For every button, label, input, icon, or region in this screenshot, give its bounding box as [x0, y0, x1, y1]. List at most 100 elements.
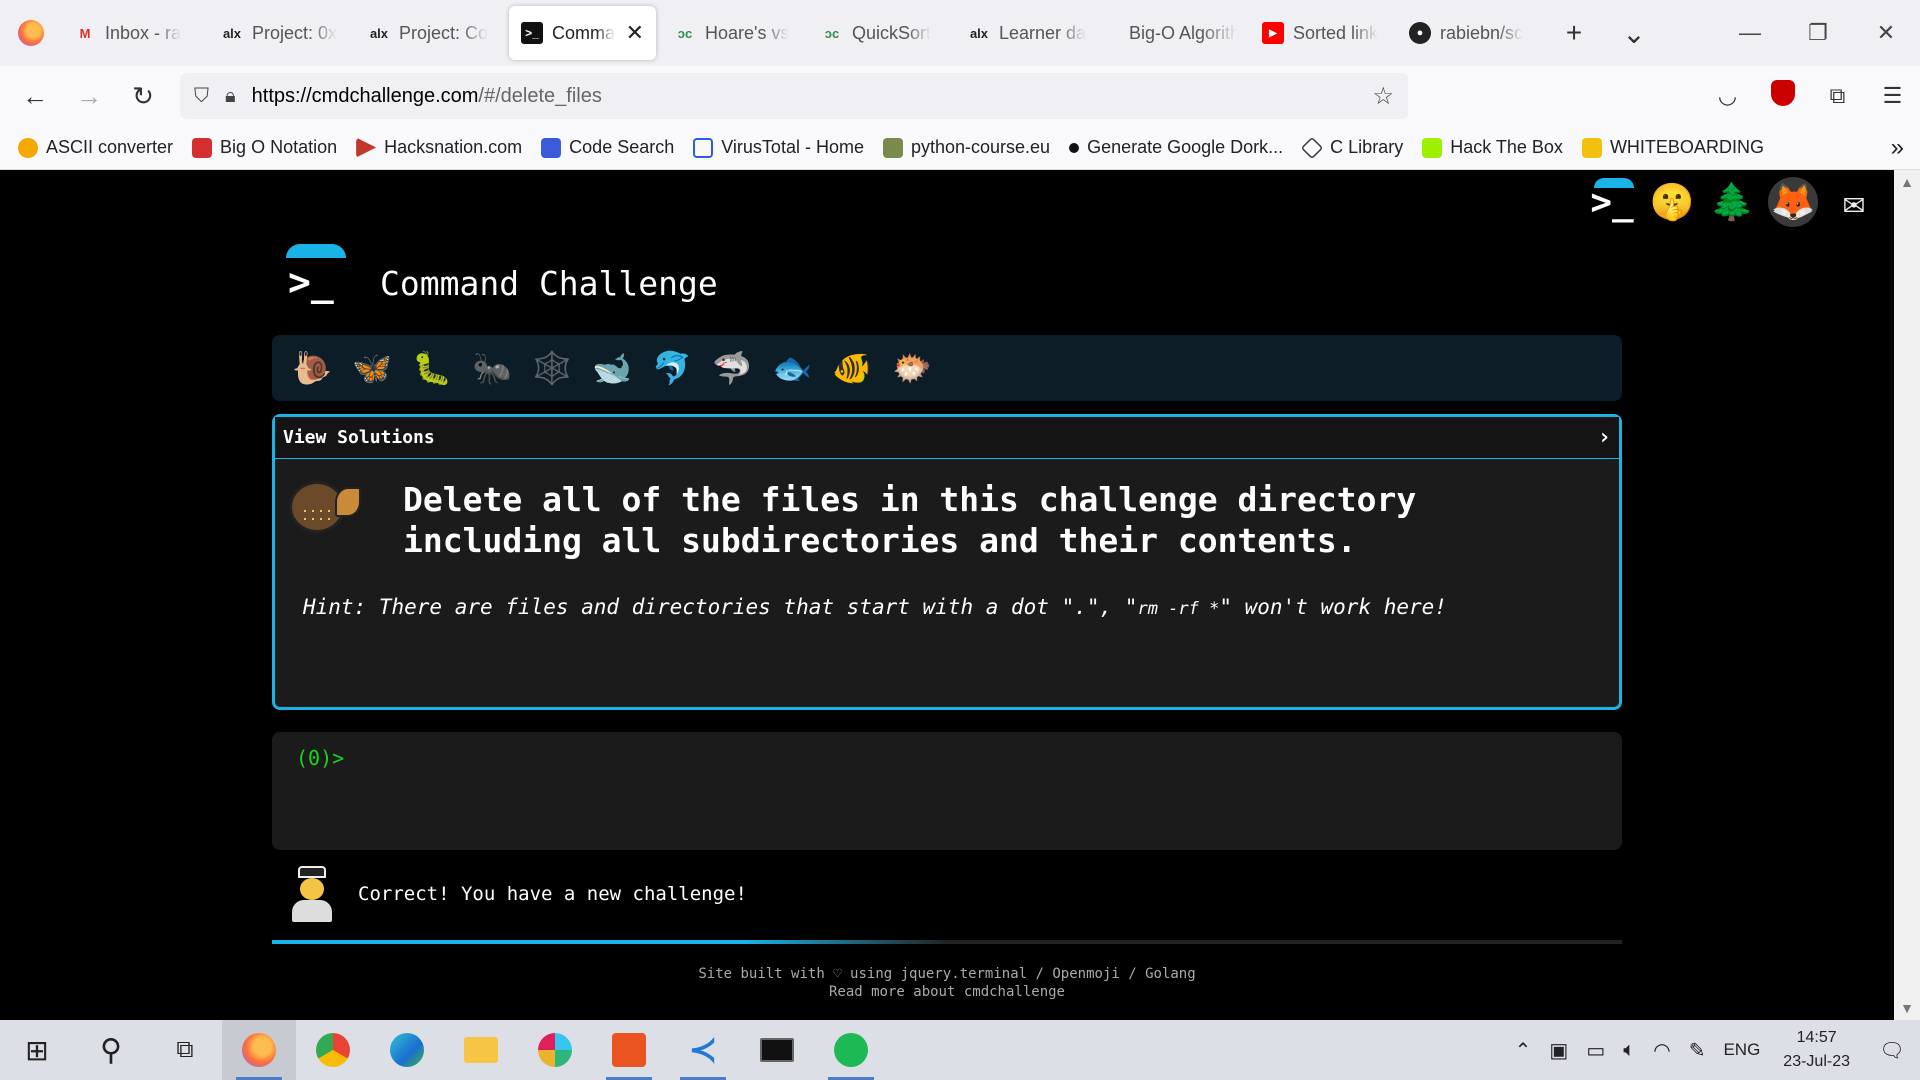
- new-tab-icon[interactable]: +: [1544, 17, 1604, 49]
- meet-now-icon[interactable]: ▣: [1540, 1038, 1577, 1063]
- notifications-icon[interactable]: 🗨︎: [1864, 1038, 1920, 1063]
- scroll-down-icon[interactable]: ▼: [1894, 996, 1920, 1020]
- fish-icon[interactable]: 🐟: [762, 343, 822, 393]
- bookmark-hack-the-box[interactable]: Hack The Box: [1422, 137, 1563, 158]
- footer-credits[interactable]: Site built with ♡ using jquery.terminal …: [272, 965, 1622, 983]
- tab-hoares[interactable]: ↄc Hoare's vs: [662, 6, 809, 60]
- caterpillar-icon[interactable]: 🐛: [402, 343, 462, 393]
- challenge-panel: View Solutions › Delete all of the files…: [272, 414, 1622, 710]
- language-indicator[interactable]: ENG: [1714, 1040, 1769, 1060]
- url-text[interactable]: https://cmdchallenge.com/#/delete_files: [252, 85, 602, 108]
- firefox-taskbar-icon[interactable]: [222, 1020, 296, 1080]
- battery-icon[interactable]: ▭: [1577, 1038, 1614, 1063]
- python-course-icon: [882, 137, 903, 158]
- view-solutions-toggle[interactable]: View Solutions ›: [275, 417, 1619, 459]
- bookmark-code-search[interactable]: Code Search: [541, 137, 674, 158]
- bookmark-whiteboarding[interactable]: WHITEBOARDING: [1581, 137, 1764, 158]
- list-all-tabs-icon[interactable]: ⌄: [1604, 17, 1664, 50]
- whale-icon[interactable]: 🐋: [582, 343, 642, 393]
- clock-date: 23-Jul-23: [1783, 1053, 1850, 1070]
- bookmark-google-dork[interactable]: Generate Google Dork...: [1069, 137, 1283, 158]
- back-icon[interactable]: ←: [8, 81, 62, 112]
- url-host: https://cmdchallenge.com: [251, 84, 479, 107]
- window-controls: — ❐ ✕: [1716, 20, 1920, 46]
- restore-icon[interactable]: ❐: [1784, 20, 1852, 46]
- tab-inbox[interactable]: M Inbox - ra: [62, 6, 209, 60]
- navigation-toolbar: ← → ↻ ⛉ 🔒︎ https://cmdchallenge.com/#/de…: [0, 66, 1920, 126]
- gitlab-icon[interactable]: 🦊: [1768, 177, 1818, 227]
- close-window-icon[interactable]: ✕: [1852, 20, 1920, 46]
- forward-icon[interactable]: →: [62, 81, 116, 112]
- tab-command-challenge[interactable]: >_ Comma ✕: [509, 6, 656, 60]
- bookmark-ascii-converter[interactable]: ASCII converter: [18, 137, 173, 158]
- scroll-up-icon[interactable]: ▲: [1894, 170, 1920, 194]
- bookmark-c-library[interactable]: C Library: [1300, 136, 1403, 159]
- edge-icon[interactable]: [370, 1020, 444, 1080]
- bookmark-virustotal[interactable]: VirusTotal - Home: [693, 137, 864, 158]
- evergreen-tree-icon[interactable]: 🌲: [1702, 172, 1762, 232]
- bookmark-python-course[interactable]: python-course.eu: [882, 137, 1050, 158]
- bookmark-star-icon[interactable]: ☆: [1372, 82, 1394, 111]
- page-scrollbar[interactable]: ▲ ▼: [1894, 170, 1920, 1020]
- miro-icon: [1581, 137, 1602, 158]
- chevron-up-icon[interactable]: ⌃: [1506, 1038, 1541, 1063]
- shark-icon[interactable]: 🦈: [702, 343, 762, 393]
- spotify-icon[interactable]: [814, 1020, 888, 1080]
- tab-project-0x[interactable]: alx Project: 0x: [209, 6, 356, 60]
- file-explorer-icon[interactable]: [444, 1020, 518, 1080]
- terminal-logo-icon[interactable]: >_: [1582, 172, 1642, 232]
- firefox-menu-icon[interactable]: [0, 0, 62, 66]
- site-logo: >_: [284, 244, 348, 308]
- terminal-taskbar-icon[interactable]: [740, 1020, 814, 1080]
- butterfly-icon[interactable]: 🦋: [342, 343, 402, 393]
- tab-quicksort[interactable]: ↄc QuickSort: [809, 6, 956, 60]
- envelope-icon[interactable]: ✉: [1824, 172, 1884, 232]
- windows-start-icon[interactable]: ⊞: [0, 1020, 74, 1080]
- volume-icon[interactable]: 🔈︎: [1614, 1039, 1644, 1062]
- pocket-icon[interactable]: ◡: [1700, 83, 1755, 109]
- tab-title: Sorted link: [1293, 22, 1379, 43]
- bookmarks-toolbar: ASCII converter Big O Notation Hacksnati…: [0, 126, 1920, 170]
- tracking-protection-icon[interactable]: ⛉: [194, 85, 209, 108]
- tab-learner[interactable]: alx Learner da: [956, 6, 1103, 60]
- tab-title: Hoare's vs: [705, 22, 790, 43]
- reload-icon[interactable]: ↻: [116, 81, 170, 112]
- spider-web-icon[interactable]: 🕸️: [522, 343, 582, 393]
- footer-read-more-link[interactable]: Read more about cmdchallenge: [272, 983, 1622, 1001]
- menu-icon[interactable]: ☰: [1865, 83, 1920, 109]
- tab-big-o[interactable]: Big-O Algorith: [1103, 6, 1250, 60]
- wifi-icon[interactable]: ◠: [1644, 1038, 1679, 1063]
- minimize-icon[interactable]: —: [1716, 20, 1784, 46]
- vscode-icon[interactable]: ≺: [666, 1020, 740, 1080]
- bookmark-label: VirusTotal - Home: [721, 137, 864, 157]
- shushing-face-icon[interactable]: 🤫: [1642, 172, 1702, 232]
- clock[interactable]: 14:57 23-Jul-23: [1769, 1026, 1864, 1074]
- more-bookmarks-icon[interactable]: »: [1891, 134, 1904, 162]
- lock-icon[interactable]: 🔒︎: [225, 85, 236, 108]
- dolphin-icon[interactable]: 🐬: [642, 343, 702, 393]
- tab-title: Comma: [552, 22, 616, 43]
- bookmark-big-o-notation[interactable]: Big O Notation: [192, 137, 337, 158]
- ubuntu-icon[interactable]: [592, 1020, 666, 1080]
- pen-icon[interactable]: ✎: [1680, 1038, 1715, 1063]
- extensions-icon[interactable]: ⧉: [1810, 83, 1865, 109]
- task-view-icon[interactable]: ⧉: [148, 1020, 222, 1080]
- blowfish-icon[interactable]: 🐡: [882, 343, 942, 393]
- level-selector: 🐌 🦋 🐛 🐜 🕸️ 🐋 🐬 🦈 🐟 🐠 🐡: [272, 335, 1622, 401]
- snail-icon[interactable]: 🐌: [282, 343, 342, 393]
- close-tab-icon[interactable]: ✕: [626, 20, 644, 46]
- tab-project-co[interactable]: alx Project: Co: [356, 6, 503, 60]
- bookmark-hacksnation[interactable]: Hacksnation.com: [356, 137, 522, 158]
- search-icon[interactable]: ⚲: [74, 1020, 148, 1080]
- toolbar-right: ◡ ⧉ ☰: [1700, 80, 1920, 112]
- ant-icon[interactable]: 🐜: [462, 343, 522, 393]
- chevron-right-icon[interactable]: ›: [1598, 425, 1611, 450]
- terminal[interactable]: (0)>: [272, 732, 1622, 850]
- ublock-icon[interactable]: [1755, 80, 1810, 112]
- slack-icon[interactable]: [518, 1020, 592, 1080]
- chrome-icon[interactable]: [296, 1020, 370, 1080]
- tab-github[interactable]: ● rabiebn/sc: [1397, 6, 1544, 60]
- tab-sorted-link[interactable]: ▶ Sorted link: [1250, 6, 1397, 60]
- url-bar[interactable]: ⛉ 🔒︎ https://cmdchallenge.com/#/delete_f…: [180, 73, 1408, 119]
- tropical-fish-icon[interactable]: 🐠: [822, 343, 882, 393]
